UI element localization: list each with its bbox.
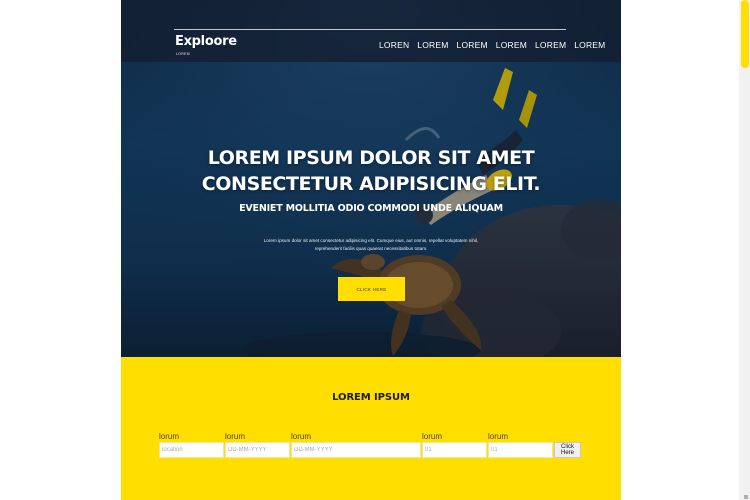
logo-tagline: LOREM: [176, 52, 190, 56]
hero-description: Lorem ipsum dolor sit amet consectetur a…: [263, 238, 479, 251]
nav-item-6[interactable]: LOREM: [574, 40, 605, 50]
nav-item-2[interactable]: LOREM: [417, 40, 448, 50]
page-scrollbar-track[interactable]: [739, 0, 750, 500]
main-nav: LOREN LOREM LOREM LOREM LOREM LOREM: [379, 40, 605, 50]
checkout-date-input[interactable]: [291, 442, 421, 458]
brand-logo[interactable]: Exploore: [175, 34, 237, 49]
guests-input[interactable]: [422, 442, 487, 458]
top-navbar: Exploore LOREM LOREN LOREM LOREM LOREM L…: [121, 0, 621, 62]
hero-section: Exploore LOREM LOREN LOREM LOREM LOREM L…: [121, 0, 621, 357]
guests-label: lorum: [422, 432, 443, 441]
page-scrollbar-thumb[interactable]: [741, 0, 749, 68]
booking-title: LOREM IPSUM: [332, 392, 410, 403]
hero-title: LOREM IPSUM DOLOR SIT AMET CONSECTETUR A…: [201, 147, 541, 195]
booking-section: LOREM IPSUM lorum lorum lorum lorum loru…: [121, 357, 621, 500]
location-input[interactable]: [159, 442, 224, 458]
landing-page: Exploore LOREM LOREN LOREM LOREM LOREM L…: [121, 0, 621, 500]
checkin-date-label: lorum: [225, 432, 246, 441]
navbar-divider: [174, 29, 566, 30]
nav-item-5[interactable]: LOREM: [535, 40, 566, 50]
rooms-label: lorum: [488, 432, 509, 441]
rooms-input[interactable]: [488, 442, 553, 458]
nav-item-1[interactable]: LOREN: [379, 40, 409, 50]
nav-item-3[interactable]: LOREM: [457, 40, 488, 50]
hero-subtitle: EVENIET MOLLITIA ODIO COMMODI UNDE ALIQU…: [239, 203, 503, 214]
booking-submit-button[interactable]: Click Here: [554, 442, 581, 458]
checkout-date-label: lorum: [291, 432, 312, 441]
resize-corner: [744, 495, 748, 499]
hero-cta-button[interactable]: CLICK HERE: [338, 277, 405, 301]
checkin-date-input[interactable]: [225, 442, 290, 458]
nav-item-4[interactable]: LOREM: [496, 40, 527, 50]
location-label: lorum: [159, 432, 180, 441]
